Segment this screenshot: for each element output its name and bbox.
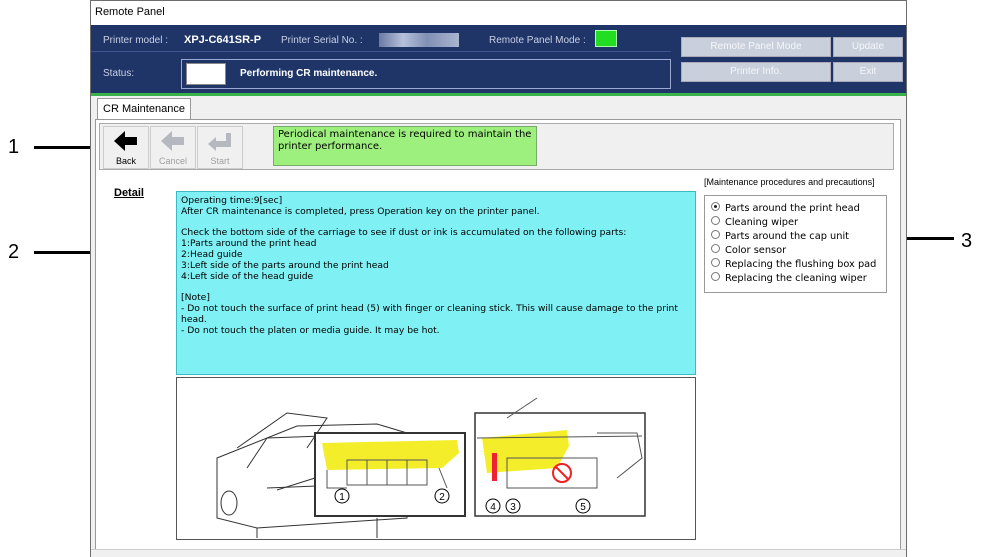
procedure-label: Parts around the cap unit <box>725 231 850 242</box>
status-label: Status: <box>103 68 135 79</box>
back-label: Back <box>115 156 136 166</box>
procedure-color-sensor[interactable]: Color sensor <box>711 244 786 256</box>
toolbar: Back Cancel Start Periodical maintenance… <box>99 123 894 170</box>
radio-icon <box>711 258 720 267</box>
model-value: XPJ-C641SR-P <box>184 34 262 46</box>
marker-2: 2 <box>439 492 445 503</box>
procedures-title: [Maintenance procedures and precautions] <box>704 177 875 187</box>
status-color-swatch <box>186 63 226 85</box>
marker-5: 5 <box>580 502 586 513</box>
radio-icon <box>711 230 720 239</box>
mode-indicator-light <box>595 30 617 47</box>
back-arrow-icon <box>114 131 137 151</box>
start-button[interactable]: Start <box>197 126 243 169</box>
radio-icon <box>711 272 720 281</box>
procedures-list: Parts around the print head Cleaning wip… <box>704 195 887 293</box>
serial-value-redacted <box>379 33 459 47</box>
update-button[interactable]: Update <box>833 37 903 57</box>
remote-panel-mode-button[interactable]: Remote Panel Mode <box>681 37 831 57</box>
cancel-arrow-icon <box>161 131 184 151</box>
serial-label: Printer Serial No. : <box>281 35 363 46</box>
procedure-cleaning-wiper[interactable]: Cleaning wiper <box>711 216 798 228</box>
tab-cr-maintenance[interactable]: CR Maintenance <box>97 98 191 119</box>
detail-link[interactable]: Detail <box>114 187 144 199</box>
printer-info-button[interactable]: Printer Info. <box>681 62 831 82</box>
mode-label: Remote Panel Mode : <box>489 35 586 46</box>
procedure-replacing-cleaning-wiper[interactable]: Replacing the cleaning wiper <box>711 272 867 284</box>
window-bottom-edge <box>91 549 906 557</box>
procedure-label: Replacing the flushing box pad <box>725 259 877 270</box>
callout-number-3: 3 <box>961 230 973 252</box>
start-label: Start <box>210 156 230 166</box>
marker-4: 4 <box>490 502 496 513</box>
procedure-label: Color sensor <box>725 245 787 256</box>
cancel-button[interactable]: Cancel <box>150 126 196 169</box>
radio-icon <box>711 244 720 253</box>
procedure-label: Replacing the cleaning wiper <box>725 273 867 284</box>
procedure-replacing-flushing-box-pad[interactable]: Replacing the flushing box pad <box>711 258 876 270</box>
callout-number-2: 2 <box>8 241 20 263</box>
procedure-label: Parts around the print head <box>725 203 860 214</box>
procedure-parts-around-print-head[interactable]: Parts around the print head <box>711 202 860 214</box>
cancel-label: Cancel <box>158 156 187 166</box>
detail-description: Operating time:9[sec] After CR maintenan… <box>176 191 696 375</box>
window-title: Remote Panel <box>95 6 165 18</box>
remote-panel-window: Remote Panel Printer model : XPJ-C641SR-… <box>90 0 907 557</box>
exit-button[interactable]: Exit <box>833 62 903 82</box>
radio-icon <box>711 216 720 225</box>
printer-carriage-diagram: 1 2 4 3 5 <box>216 397 646 538</box>
status-value: Performing CR maintenance. <box>240 68 378 79</box>
procedure-parts-around-cap-unit[interactable]: Parts around the cap unit <box>711 230 849 242</box>
radio-selected-icon <box>711 202 720 211</box>
printer-header: Printer model : XPJ-C641SR-P Printer Ser… <box>91 25 906 93</box>
start-return-icon <box>208 133 231 151</box>
back-button[interactable]: Back <box>103 126 149 169</box>
maintenance-illustration: 1 2 4 3 5 <box>176 377 696 540</box>
model-label: Printer model : <box>103 35 169 46</box>
tab-bar: CR Maintenance <box>91 96 906 120</box>
procedure-label: Cleaning wiper <box>725 217 799 228</box>
maintenance-panel: Back Cancel Start Periodical maintenance… <box>95 119 901 551</box>
marker-3: 3 <box>510 502 516 513</box>
marker-1: 1 <box>339 492 345 503</box>
maintenance-message: Periodical maintenance is required to ma… <box>273 126 537 166</box>
status-box: Performing CR maintenance. <box>181 59 671 89</box>
title-bar: Remote Panel <box>91 1 906 26</box>
header-divider <box>91 51 671 52</box>
callout-number-1: 1 <box>8 136 20 158</box>
